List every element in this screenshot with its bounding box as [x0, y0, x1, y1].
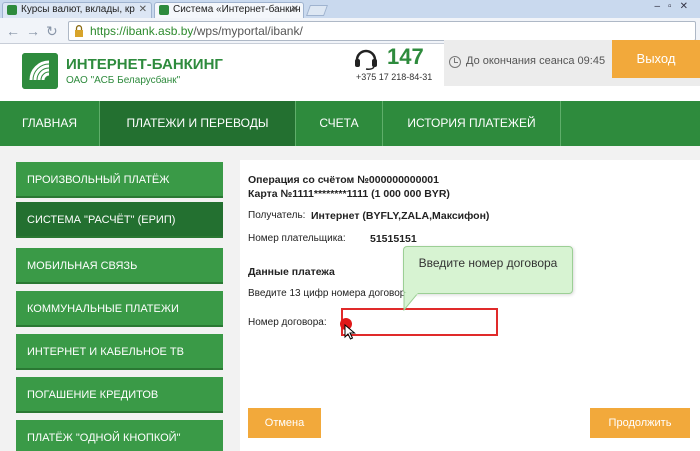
- continue-button[interactable]: Продолжить: [590, 408, 690, 438]
- contract-number-input[interactable]: [341, 308, 498, 336]
- nav-item-accounts[interactable]: СЧЕТА: [296, 101, 383, 146]
- sidebar-item-erip[interactable]: СИСТЕМА "РАСЧЁТ" (ЕРИП): [16, 202, 223, 238]
- operation-account: Операция со счётом №000000000001: [248, 174, 439, 186]
- browser-tabstrip: Курсы валют, вклады, кр ✕ Система «Интер…: [0, 0, 700, 18]
- browser-tab-ibank[interactable]: Система «Интернет-банкин ✕: [154, 2, 304, 18]
- cancel-button[interactable]: Отмена: [248, 408, 321, 438]
- nav-item-history[interactable]: ИСТОРИЯ ПЛАТЕЖЕЙ: [383, 101, 561, 146]
- session-timer: До окончания сеанса 09:45: [466, 55, 606, 67]
- contract-hint: Введите 13 цифр номера договора: [248, 288, 411, 299]
- sidebar-item-utilities[interactable]: КОММУНАЛЬНЫЕ ПЛАТЕЖИ: [16, 291, 223, 327]
- headset-icon: [355, 49, 377, 70]
- nav-item-payments[interactable]: ПЛАТЕЖИ И ПЕРЕВОДЫ: [100, 101, 296, 146]
- window-controls[interactable]: –▫✕: [655, 1, 697, 12]
- contract-tooltip: Введите номер договора: [403, 246, 573, 294]
- url-text: https://ibank.asb.by/wps/myportal/ibank/: [90, 24, 303, 38]
- address-bar[interactable]: https://ibank.asb.by/wps/myportal/ibank/: [68, 21, 696, 41]
- bank-logo: [22, 53, 58, 89]
- sidebar-item-one-click[interactable]: ПЛАТЁЖ "ОДНОЙ КНОПКОЙ": [16, 420, 223, 451]
- mouse-pointer-icon: [344, 324, 356, 340]
- contract-number-label: Номер договора:: [248, 317, 327, 328]
- browser-tab-label: Курсы валют, вклады, кр: [21, 4, 135, 15]
- full-phone-number: +375 17 218-84-31: [356, 72, 433, 82]
- url-host: https://ibank.asb.by: [90, 24, 194, 38]
- recipient-label: Получатель:: [248, 210, 306, 221]
- sidebar-item-loans[interactable]: ПОГАШЕНИЕ КРЕДИТОВ: [16, 377, 223, 413]
- main-navigation: ГЛАВНАЯ ПЛАТЕЖИ И ПЕРЕВОДЫ СЧЕТА ИСТОРИЯ…: [0, 101, 700, 146]
- payer-number-value: 51515151: [370, 233, 417, 245]
- tooltip-pointer: [403, 293, 419, 311]
- short-phone-number: 147: [387, 44, 424, 69]
- new-tab-button[interactable]: [305, 5, 329, 16]
- favicon-icon: [7, 5, 17, 15]
- lock-icon: [75, 25, 83, 37]
- back-arrow-icon[interactable]: ←: [6, 23, 20, 39]
- browser-tab-label: Система «Интернет-банкин: [173, 4, 301, 15]
- sidebar-item-internet-tv[interactable]: ИНТЕРНЕТ И КАБЕЛЬНОЕ ТВ: [16, 334, 223, 370]
- browser-tab-rates[interactable]: Курсы валют, вклады, кр ✕: [2, 2, 152, 18]
- brand-subtitle: ОАО "АСБ Беларусбанк": [66, 75, 181, 86]
- clock-icon: [449, 56, 461, 68]
- payment-data-title: Данные платежа: [248, 266, 335, 278]
- payer-number-label: Номер плательщика:: [248, 233, 346, 244]
- card-info: Карта №1111********1111 (1 000 000 BYR): [248, 188, 450, 200]
- logout-button[interactable]: Выход: [612, 40, 700, 78]
- close-icon[interactable]: ✕: [291, 3, 299, 17]
- favicon-icon: [159, 5, 169, 15]
- sidebar-item-mobile[interactable]: МОБИЛЬНАЯ СВЯЗЬ: [16, 248, 223, 284]
- reload-icon[interactable]: ↻: [46, 23, 58, 40]
- recipient-value: Интернет (BYFLY,ZALA,Максифон): [311, 210, 490, 222]
- nav-item-home[interactable]: ГЛАВНАЯ: [0, 101, 100, 146]
- brand-name: ИНТЕРНЕТ-БАНКИНГ: [66, 56, 223, 73]
- close-icon[interactable]: ✕: [139, 3, 147, 17]
- forward-arrow-icon[interactable]: →: [26, 23, 40, 39]
- sidebar-item-arbitrary-payment[interactable]: ПРОИЗВОЛЬНЫЙ ПЛАТЁЖ: [16, 162, 223, 198]
- url-path: /wps/myportal/ibank/: [193, 24, 303, 38]
